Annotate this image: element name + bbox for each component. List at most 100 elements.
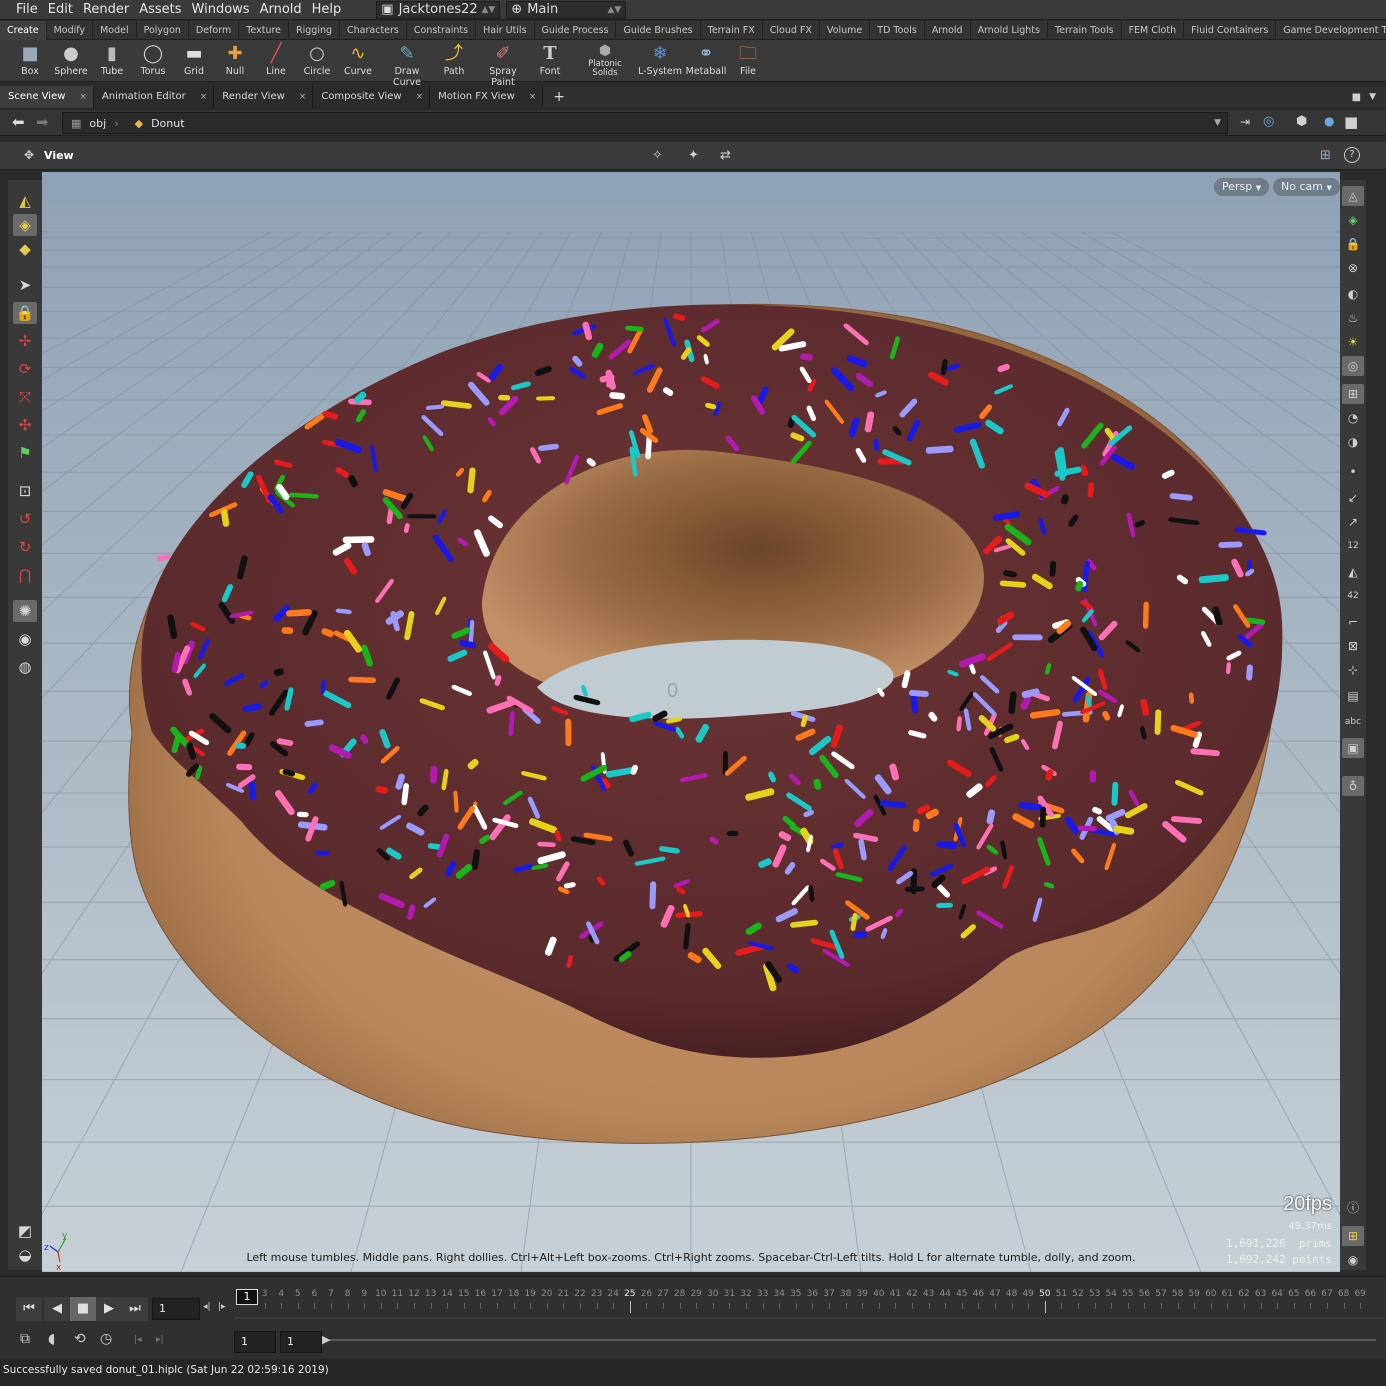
profile-icon[interactable]: ⊹ (1342, 660, 1364, 680)
current-frame-field[interactable]: 1 (152, 1298, 200, 1320)
visibility-icon[interactable]: ◉ (1342, 1250, 1364, 1270)
jump-start-button[interactable]: ⏮ (16, 1297, 42, 1321)
shelf-tab-terrain-tools[interactable]: Terrain Tools (1048, 20, 1122, 40)
shading-icon[interactable]: ⬢ (1296, 114, 1307, 129)
tool-line[interactable]: ╱ Line (254, 42, 298, 77)
tool-font[interactable]: T Font (528, 42, 572, 77)
light-icon[interactable]: ☀ (1342, 332, 1364, 352)
tool-file[interactable]: 🗀 File (726, 42, 770, 77)
headlight-icon[interactable]: ♨ (1342, 308, 1364, 328)
shelf-tab-terrain-fx[interactable]: Terrain FX (701, 20, 763, 40)
scale-icon[interactable]: ⤧ (13, 386, 37, 408)
view-handle-icon[interactable]: ◭ (13, 190, 37, 212)
tool-torus[interactable]: ◯ Torus (131, 42, 175, 77)
tool-curve[interactable]: ∿ Curve (336, 42, 380, 77)
path-field[interactable]: ▦ obj › ◆ Donut ▼ (62, 112, 1228, 134)
scene-canvas[interactable]: 0 y z x (42, 172, 1340, 1272)
xray-icon[interactable]: ⊗ (1342, 258, 1364, 278)
tool-draw-curve[interactable]: ✎ Draw Curve (382, 42, 432, 88)
tool-null[interactable]: ✚ Null (213, 42, 257, 77)
frame-ruler[interactable]: 1 3 4 5 6 7 8 9 10 11 12 13 14 15 16 17 18 19 20 21 22 23 24 2… (234, 1289, 1384, 1317)
select-mode-icon[interactable]: ⇄ (720, 148, 731, 163)
quickview-icon[interactable]: ◎ (1342, 356, 1364, 376)
forward-arrow-icon[interactable]: ➡ (36, 113, 49, 131)
current-frame-marker[interactable]: 1 (236, 1289, 258, 1305)
guide-icon[interactable]: ▤ (1342, 686, 1364, 706)
jump-end-button[interactable]: ⏭ (122, 1297, 148, 1321)
key-next-icon[interactable]: ▸| (156, 1335, 164, 1345)
pane-menu-icon[interactable]: ▼ (1369, 92, 1376, 102)
brush-icon[interactable]: ◈ (13, 214, 37, 236)
background-icon[interactable]: ◐ (1342, 284, 1364, 304)
move-icon[interactable]: ✢ (13, 330, 37, 352)
camera-icon[interactable]: ◉ (13, 628, 37, 650)
add-pane-tab-icon[interactable]: + (543, 89, 575, 105)
snap-grid-icon[interactable]: ⊡ (13, 480, 37, 502)
point-display-icon[interactable]: • (1342, 462, 1364, 482)
hull-icon[interactable]: ⊠ (1342, 636, 1364, 656)
link-icon[interactable]: ◎ (1263, 114, 1274, 129)
tool-path[interactable]: ⤴ Path (432, 42, 476, 77)
render-icon[interactable]: ✺ (13, 600, 37, 622)
image-icon[interactable]: ▣ (1342, 738, 1364, 758)
shelf-tab-cloud-fx[interactable]: Cloud FX (763, 20, 820, 40)
realtime-icon[interactable]: ◷ (100, 1331, 112, 1347)
tab-motion-fx-view[interactable]: Motion FX View × (430, 86, 544, 108)
point-number-icon[interactable]: 12 (1342, 536, 1364, 556)
breadcrumb-obj[interactable]: ▦ obj › (63, 117, 127, 130)
range-slider-track[interactable] (326, 1339, 1376, 1341)
step-back-icon[interactable]: ◂| (203, 1302, 211, 1312)
select-group-icon[interactable]: ✦ (688, 148, 699, 163)
close-icon[interactable]: × (299, 92, 307, 102)
menu-file[interactable]: File (0, 0, 43, 19)
uv-icon[interactable]: ⌐ (1342, 612, 1364, 632)
shelf-tab-arnold[interactable]: Arnold (925, 20, 971, 40)
select-geometry-icon[interactable]: ✧ (652, 148, 663, 163)
prim-display-icon[interactable]: ◭ (1342, 562, 1364, 582)
shelf-tab-characters[interactable]: Characters (340, 20, 407, 40)
tool-platonic-solids[interactable]: ⬢ Platonic Solids (582, 42, 628, 78)
persp-menu[interactable]: Persp ▼ (1214, 178, 1270, 196)
play-button[interactable]: ▶ (96, 1297, 122, 1321)
shelf-tab-modify[interactable]: Modify (47, 20, 94, 40)
menu-render[interactable]: Render (78, 0, 134, 19)
select-tool-icon[interactable]: ◩ (13, 1220, 37, 1242)
menu-help[interactable]: Help (307, 0, 347, 19)
audio-icon[interactable]: ◖ (48, 1331, 55, 1347)
shelf-tab-guide-process[interactable]: Guide Process (535, 20, 617, 40)
shelf-tab-game-dev-toolset[interactable]: Game Development Toolset (1276, 21, 1386, 40)
tool-circle[interactable]: ○ Circle (295, 42, 339, 77)
tool-sphere[interactable]: ● Sphere (49, 42, 93, 77)
shelf-tab-texture[interactable]: Texture (239, 20, 290, 40)
snapshot-icon[interactable]: ■ (1344, 113, 1358, 131)
shelf-tab-constraints[interactable]: Constraints (407, 20, 477, 40)
end-frame-field[interactable]: 1 (280, 1331, 322, 1353)
magnet-icon[interactable]: ⋂ (13, 564, 37, 586)
shelf-tab-arnold-lights[interactable]: Arnold Lights (971, 20, 1048, 40)
prim-number-icon[interactable]: 42 (1342, 586, 1364, 606)
text-display-icon[interactable]: abc (1342, 712, 1364, 732)
context-select[interactable]: ⊕ Main ▲▼ (506, 0, 627, 19)
chevron-down-icon[interactable]: ▼ (1214, 118, 1221, 128)
shelf-tab-guide-brushes[interactable]: Guide Brushes (616, 20, 701, 40)
normal-display-icon[interactable]: ↙ (1342, 488, 1364, 508)
select-arrow-icon[interactable]: ➤ (13, 274, 37, 296)
pin-icon[interactable]: ⇥ (1240, 115, 1250, 129)
menu-arnold[interactable]: Arnold (255, 0, 307, 19)
key-prev-icon[interactable]: |◂ (134, 1335, 142, 1345)
step-forward-icon[interactable]: |▸ (218, 1302, 226, 1312)
ghost-icon[interactable]: ◈ (1342, 210, 1364, 230)
info-icon[interactable]: ⓘ (1342, 1198, 1364, 1218)
play-reverse-button[interactable]: ◀ (44, 1297, 70, 1321)
shelf-tab-fluid-containers[interactable]: Fluid Containers (1184, 20, 1277, 40)
loop-icon[interactable]: ⟲ (74, 1331, 86, 1347)
lock-camera-icon[interactable]: 🔒 (1342, 234, 1364, 254)
rotate-icon[interactable]: ⟳ (13, 358, 37, 380)
snap-curve-icon[interactable]: ↺ (13, 508, 37, 530)
maximize-pane-icon[interactable]: ■ (1352, 92, 1361, 103)
scope-icon[interactable]: ⧉ (20, 1331, 30, 1347)
camera-menu[interactable]: No cam ▼ (1273, 178, 1340, 196)
paint-icon[interactable]: ◆ (13, 238, 37, 260)
shelf-tab-deform[interactable]: Deform (189, 20, 240, 40)
range-slider-handle[interactable]: ▶ (322, 1333, 330, 1346)
